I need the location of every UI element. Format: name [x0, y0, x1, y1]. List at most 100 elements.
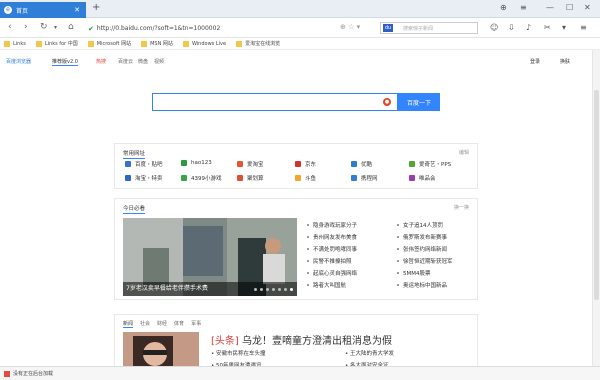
news-item[interactable]: 张伟签约网络新闻 — [397, 245, 447, 253]
headline-title: 乌龙！壹嘀童方澄清出租消息为假 — [242, 336, 392, 347]
news-item[interactable]: 民警不推搡拍照 — [307, 257, 352, 265]
headline-item[interactable]: • 安徽市民称在车头撞 — [211, 349, 266, 357]
site-link[interactable]: 优酷 — [351, 160, 372, 168]
news-item[interactable]: 徐哲恒近期斩获冠军 — [397, 257, 453, 265]
main-menu-icon[interactable]: ≡ — [580, 23, 587, 32]
new-tab-icon[interactable]: + — [92, 2, 100, 13]
site-link[interactable]: 聚划算 — [237, 174, 264, 182]
news-item[interactable]: 隐身游戏玩家分子 — [307, 221, 357, 229]
bookmark-item[interactable]: MSN 网站 — [141, 40, 173, 47]
bookmark-item[interactable]: Windows Live — [182, 40, 226, 47]
site-link[interactable]: hao123 — [181, 160, 212, 166]
site-link[interactable]: 斗鱼 — [295, 174, 316, 182]
voice-search-icon[interactable]: ● — [383, 98, 391, 106]
news-tab[interactable]: 财经 — [157, 321, 167, 327]
site-favicon-icon — [237, 161, 243, 167]
bookmark-item[interactable]: Links for 中国 — [35, 40, 78, 47]
skin-icon[interactable]: ⊕ — [500, 3, 507, 12]
news-tab[interactable]: 社会 — [140, 321, 150, 327]
top-link-version[interactable]: 推荐版v2.0 — [52, 58, 78, 66]
news-item-text: 徐哲恒近期斩获冠军 — [403, 259, 453, 265]
bookmark-item[interactable]: 爱淘宝在线浏览 — [236, 40, 280, 47]
site-link[interactable]: 4399小游戏 — [181, 174, 222, 182]
home-icon[interactable]: ⌂ — [68, 22, 74, 32]
top-link-hot[interactable]: 热搜 — [96, 58, 106, 65]
site-link[interactable]: 爱奇艺・PPS — [409, 160, 451, 168]
baidu-search-input[interactable] — [152, 93, 398, 111]
address-bar[interactable]: ✔ http://0.baidu.com/?soft=1&tn=1000002 — [88, 22, 372, 35]
tab-home[interactable]: e 首页 ✕ — [0, 2, 86, 18]
bullet-icon — [397, 284, 399, 286]
headline-tag: [头条] — [211, 336, 239, 347]
search-box[interactable]: du 搜索惊子新闻 — [380, 22, 478, 34]
forward-icon[interactable]: › — [24, 22, 28, 32]
top-link-cloud[interactable]: 百度云 — [118, 58, 133, 65]
news-photo[interactable]: 7岁老汉卖早餐给老伴攒手术费 — [123, 218, 297, 296]
folder-icon — [35, 40, 42, 47]
news-item[interactable]: 路者大叫国航 — [307, 281, 346, 289]
site-favicon-icon — [409, 161, 415, 167]
baidu-search-button[interactable]: 百度一下 — [398, 93, 440, 111]
news-item[interactable]: 奥运地标中国新品 — [397, 281, 447, 289]
headline-text[interactable]: [头条] 乌龙！壹嘀童方澄清出租消息为假 — [211, 332, 392, 347]
skin-link[interactable]: 换肤 — [560, 58, 570, 65]
toolbar-more-icon[interactable]: ▾ — [562, 23, 566, 32]
news-tab[interactable]: 新闻 — [123, 321, 134, 328]
minimize-icon[interactable]: — — [546, 3, 554, 12]
refresh-news-link[interactable]: 换一换 — [454, 204, 469, 211]
back-icon[interactable]: ‹ — [8, 22, 12, 32]
page-scrollbar[interactable] — [592, 50, 600, 366]
site-favicon-icon — [295, 161, 301, 167]
site-link[interactable]: 淘宝・特卖 — [125, 174, 163, 182]
menu-icon[interactable]: ≡ — [520, 3, 527, 12]
close-tab-icon[interactable]: ✕ — [74, 6, 80, 14]
bookmark-item[interactable]: Microsoft 网站 — [87, 40, 132, 47]
bullet-icon — [307, 224, 309, 226]
bullet-icon — [307, 284, 309, 286]
site-label: 爱淘宝 — [247, 162, 264, 168]
news-item[interactable]: 5MM4股票 — [397, 269, 431, 277]
top-links-row: 百度浏览器 推荐版v2.0 热搜 百度云 微盘 视频 登录 换肤 — [0, 58, 592, 68]
search-engine-icon[interactable]: du — [383, 24, 393, 32]
site-link[interactable]: 京东 — [295, 160, 316, 168]
site-link[interactable]: 百度・贴吧 — [125, 160, 163, 168]
tab-title: 首页 — [16, 7, 29, 15]
top-link-video[interactable]: 视频 — [154, 58, 164, 65]
bookmark-item[interactable]: Links — [4, 40, 26, 47]
site-link[interactable]: 爱淘宝 — [237, 160, 264, 168]
scrollbar-thumb[interactable] — [594, 90, 599, 300]
site-label: 唯品会 — [419, 176, 436, 182]
common-sites-title: 常用网址 — [123, 151, 146, 159]
news-tab[interactable]: 体育 — [174, 321, 184, 327]
news-item[interactable]: 俄罗斯发布新赛事 — [397, 233, 447, 241]
url-text: http://0.baidu.com/?soft=1&tn=1000002 — [96, 25, 221, 32]
cut-icon[interactable]: ✂ — [544, 23, 551, 32]
news-item[interactable]: 不满处罚咆哮同事 — [307, 245, 357, 253]
folder-icon — [236, 40, 243, 47]
news-item[interactable]: 贵州网友发布美食 — [307, 233, 357, 241]
bookmark-label: Microsoft 网站 — [96, 41, 132, 47]
daily-news-card: 今日必看 换一换 7岁老汉卖早餐给老伴攒手术费 隐身游戏玩家分子 贵州网友发布美食… — [114, 198, 478, 300]
top-link-browser[interactable]: 百度浏览器 — [6, 58, 31, 65]
site-link[interactable]: 携程网 — [351, 174, 378, 182]
headline-item[interactable]: • 王大陆的青大学发 — [345, 349, 394, 357]
edit-sites-link[interactable]: 编辑 — [459, 149, 469, 156]
site-link[interactable]: 唯品会 — [409, 174, 436, 182]
news-tab[interactable]: 军事 — [191, 321, 201, 327]
news-item[interactable]: 起底心灵自强网络 — [307, 269, 357, 277]
login-link[interactable]: 登录 — [530, 58, 540, 65]
chevron-down-icon[interactable]: ▾ — [54, 24, 57, 31]
chat-icon[interactable]: ☺ — [490, 23, 498, 32]
bookmark-label: 爱淘宝在线浏览 — [245, 41, 281, 47]
address-bar-icons: ⊕ ☆ ▾ — [340, 23, 361, 31]
carousel-dots[interactable] — [251, 288, 293, 291]
folder-icon — [182, 40, 189, 47]
top-link-disk[interactable]: 微盘 — [138, 58, 148, 65]
news-item[interactable]: 女子追14人顶罚 — [397, 221, 443, 229]
download-icon[interactable]: ⇩ — [508, 23, 515, 32]
refresh-icon[interactable]: ↻ — [40, 22, 48, 32]
sound-icon[interactable]: ♪ — [526, 23, 531, 32]
page-content: 百度浏览器 推荐版v2.0 热搜 百度云 微盘 视频 登录 换肤 ● 百度一下 … — [0, 50, 592, 376]
close-window-icon[interactable]: ✕ — [584, 3, 591, 12]
maximize-icon[interactable]: ☐ — [566, 3, 573, 12]
